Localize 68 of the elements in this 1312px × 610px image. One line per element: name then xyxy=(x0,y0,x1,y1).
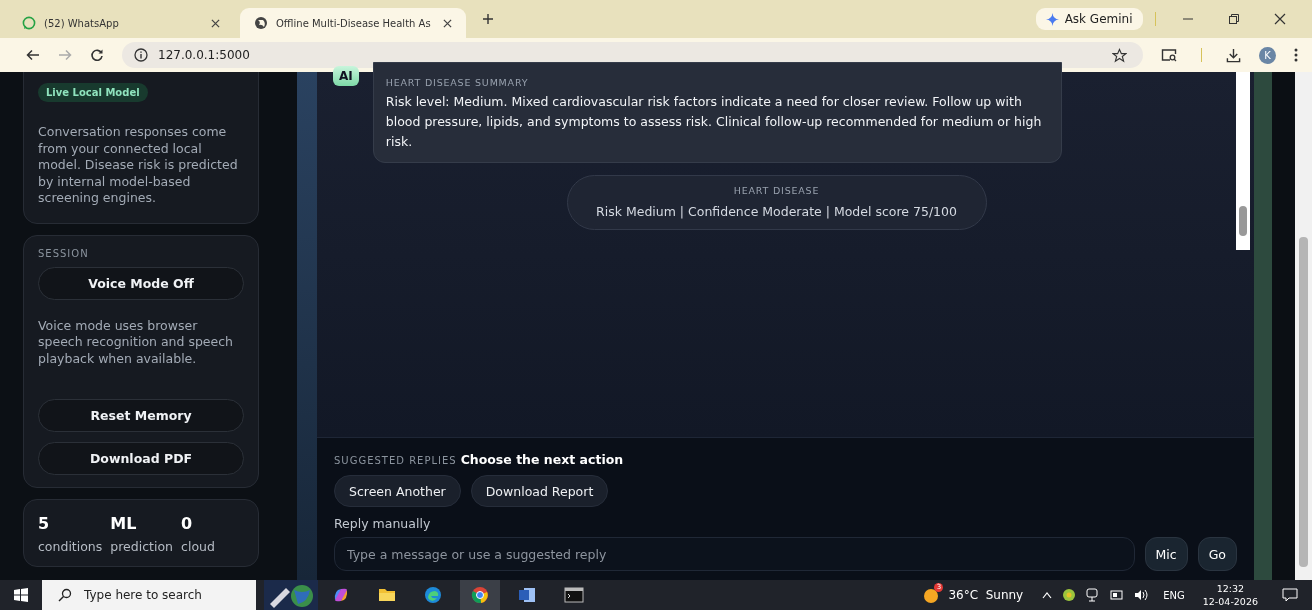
info-icon xyxy=(134,48,148,62)
notifications-icon[interactable] xyxy=(1282,588,1298,602)
folder-icon[interactable] xyxy=(378,587,396,603)
section-heading: SESSION xyxy=(38,247,90,259)
session-button[interactable]: Download PDF xyxy=(38,442,244,475)
document-icon[interactable] xyxy=(518,587,536,603)
manual-label: Reply manually xyxy=(334,516,432,531)
voice-mode-button[interactable]: Voice Mode Off xyxy=(38,266,244,300)
battery-icon[interactable] xyxy=(1108,589,1125,601)
back-icon[interactable] xyxy=(26,48,40,62)
session-button[interactable]: Reset Memory xyxy=(38,399,244,432)
message-heading: HEART DISEASE SUMMARY xyxy=(385,77,530,88)
browser-icon[interactable] xyxy=(424,586,442,604)
stat-label: conditions xyxy=(38,539,103,554)
browser-tab[interactable]: (52) WhatsApp xyxy=(8,8,234,38)
close-icon[interactable] xyxy=(443,18,452,28)
ask-gemini-button[interactable]: Ask Gemini xyxy=(1035,8,1143,30)
terminal-icon[interactable] xyxy=(564,587,584,603)
restore-icon[interactable] xyxy=(1228,13,1240,25)
globe-widget-icon[interactable] xyxy=(264,580,318,610)
voice-mode-text: Voice mode uses browser speech recognition and speech playback when available. xyxy=(38,317,235,367)
search-icon xyxy=(58,588,72,602)
suggestion-chip[interactable]: Screen Another xyxy=(334,475,461,507)
tray-app-icon[interactable] xyxy=(1062,588,1077,602)
tab-search-icon[interactable] xyxy=(1160,48,1177,62)
weather-text[interactable]: 36°C Sunny xyxy=(948,588,1024,602)
close-icon[interactable] xyxy=(211,18,220,28)
page-scrollbar[interactable] xyxy=(1295,72,1312,580)
chevron-up-icon[interactable] xyxy=(1042,591,1053,599)
message-input[interactable]: Type a message or use a suggested reply xyxy=(334,537,1135,571)
taskbar-search-field[interactable]: Type here to search xyxy=(42,580,256,610)
star-icon[interactable] xyxy=(1111,47,1127,63)
stat-label: prediction xyxy=(110,539,174,554)
clock-time[interactable]: 12:32 xyxy=(1216,582,1245,595)
result-heading: HEART DISEASE xyxy=(733,185,820,196)
sparkle-icon xyxy=(1045,12,1059,26)
speaker-icon[interactable] xyxy=(1134,589,1151,601)
more-icon[interactable] xyxy=(1294,48,1298,62)
clock-date[interactable]: 12-04-2026 xyxy=(1202,595,1258,608)
info-text: Conversation responses come from your connected local model. Disease risk is predicted by internal model-based screening engines. xyxy=(38,124,239,207)
browser-icon[interactable] xyxy=(471,586,489,604)
suggestion-chip[interactable]: Download Report xyxy=(470,475,609,507)
go-button[interactable]: Go xyxy=(1197,537,1237,571)
suggested-label: SUGGESTED REPLIES xyxy=(334,455,457,466)
new-tab-icon[interactable] xyxy=(482,13,494,25)
stat-label: cloud xyxy=(181,539,215,554)
result-text: Risk Medium | Confidence Moderate | Model score 75/100 xyxy=(596,204,957,219)
ai-avatar: AI xyxy=(333,66,359,86)
language-indicator[interactable]: ENG xyxy=(1163,589,1185,601)
stat-value: ML xyxy=(110,514,138,533)
url-text: 127.0.0.1:5000 xyxy=(158,48,250,62)
message-text: Risk level: Medium. Mixed cardiovascular risk factors indicate a need for closer review. Follow up with blood pressure, lipids, and symptoms to assess risk. Clinical follow-up recommended for medium or high risk. xyxy=(385,93,1043,151)
browser-tab[interactable]: Offline Multi-Disease Health As xyxy=(240,8,466,38)
reload-icon[interactable] xyxy=(90,48,104,62)
globe-icon xyxy=(254,16,268,30)
chat-bubble-icon xyxy=(22,16,36,30)
close-icon[interactable] xyxy=(1274,13,1286,25)
model-badge: Live Local Model xyxy=(38,83,148,102)
suggested-title: Choose the next action xyxy=(460,452,624,467)
scrollbar-thumb[interactable] xyxy=(1239,206,1247,236)
windows-icon[interactable] xyxy=(14,588,28,602)
swirl-icon[interactable] xyxy=(332,586,350,604)
mic-button[interactable]: Mic xyxy=(1144,537,1188,571)
scrollbar[interactable] xyxy=(1236,72,1250,250)
stat-value: 0 xyxy=(181,514,194,533)
profile-avatar[interactable]: K xyxy=(1259,46,1276,64)
stat-value: 5 xyxy=(38,514,51,533)
download-icon[interactable] xyxy=(1226,47,1241,63)
